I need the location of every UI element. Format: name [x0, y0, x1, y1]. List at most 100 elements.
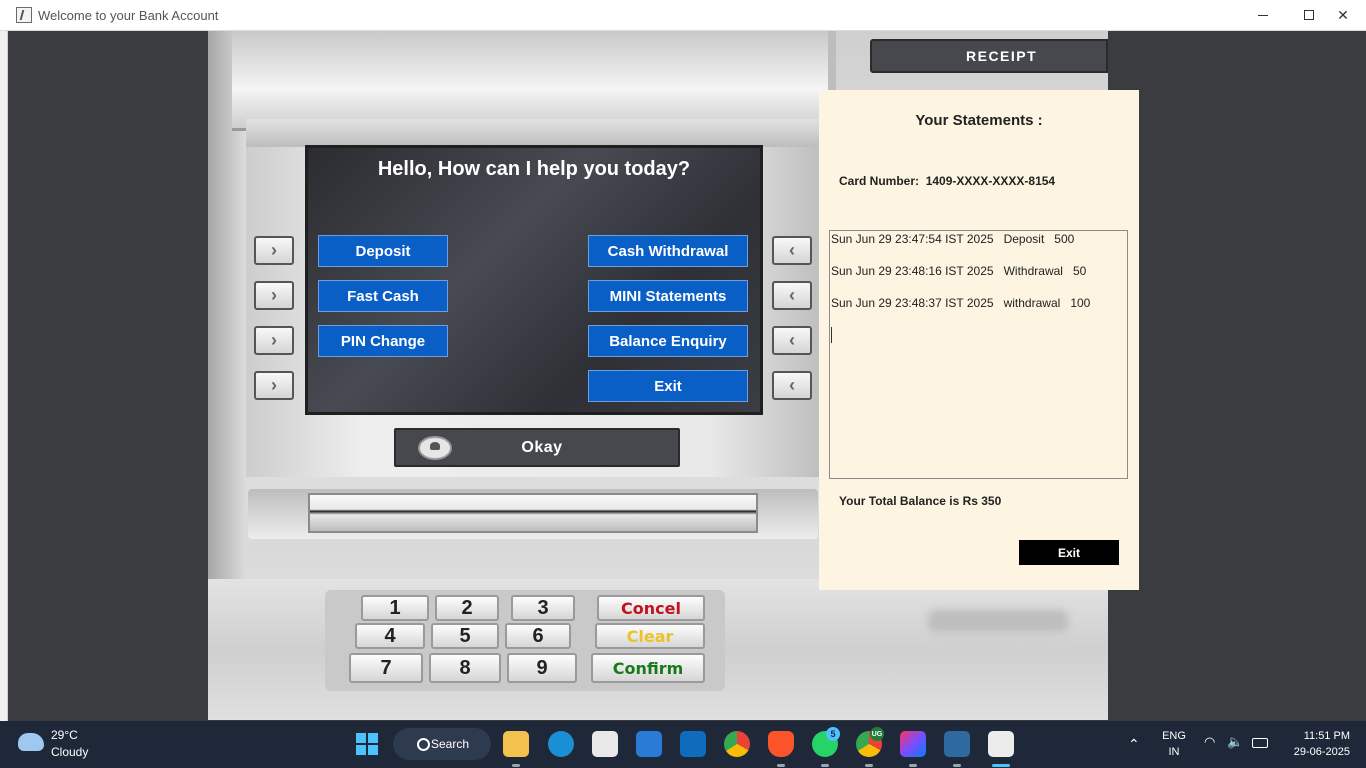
clear-key[interactable]: Clear: [595, 623, 705, 649]
transaction-amount: 50: [1072, 264, 1087, 278]
keypad: 1 2 3 4 5 6 7 8 9 Concel Clear Confirm: [325, 590, 725, 691]
file-explorer-icon[interactable]: [503, 731, 529, 757]
decorative-shadow: [928, 610, 1068, 632]
key-6[interactable]: 6: [505, 623, 571, 649]
transaction-row: Sun Jun 29 23:48:16 IST 2025 Withdrawal …: [831, 264, 1086, 278]
key-7[interactable]: 7: [349, 653, 423, 683]
right-side-key-3[interactable]: ‹: [772, 326, 812, 355]
chrome-running-indicator: [865, 764, 873, 767]
chrome-profile-badge: UG: [870, 727, 884, 741]
transaction-date: Sun Jun 29 23:48:37 IST 2025: [831, 296, 994, 310]
exit-button[interactable]: Exit: [588, 370, 748, 402]
explorer-running-indicator: [512, 764, 520, 767]
java-app-icon: [16, 7, 32, 23]
okay-label: Okay: [521, 439, 563, 456]
cash-withdrawal-button[interactable]: Cash Withdrawal: [588, 235, 748, 267]
mail-icon[interactable]: [636, 731, 662, 757]
statement-panel: Your Statements : Card Number: 1409-XXXX…: [819, 90, 1139, 590]
close-button[interactable]: ✕: [1320, 0, 1366, 30]
volume-icon[interactable]: 🔈: [1227, 734, 1243, 750]
search-label: Search: [431, 737, 470, 751]
atm-top-panel: [232, 31, 832, 131]
total-balance: Your Total Balance is Rs 350: [839, 494, 1002, 508]
card-number-line: Card Number: 1409-XXXX-XXXX-8154: [839, 174, 1055, 188]
java-active-indicator: [992, 764, 1010, 767]
clock-time[interactable]: 11:51 PM: [1284, 730, 1350, 742]
statement-exit-button[interactable]: Exit: [1019, 540, 1119, 565]
intellij-icon[interactable]: [900, 731, 926, 757]
transaction-amount: 100: [1070, 296, 1091, 310]
mini-statements-button[interactable]: MINI Statements: [588, 280, 748, 312]
cloud-icon[interactable]: [18, 733, 44, 751]
fast-cash-button[interactable]: Fast Cash: [318, 280, 448, 312]
transactions-textarea[interactable]: Sun Jun 29 23:47:54 IST 2025 Deposit 500…: [829, 230, 1128, 479]
edge-icon[interactable]: [548, 731, 574, 757]
key-9[interactable]: 9: [507, 653, 577, 683]
minimize-icon: [1258, 14, 1268, 16]
left-side-key-1[interactable]: ›: [254, 236, 294, 265]
key-1[interactable]: 1: [361, 595, 429, 621]
transaction-row: Sun Jun 29 23:47:54 IST 2025 Deposit 500: [831, 232, 1074, 246]
right-side-key-1[interactable]: ‹: [772, 236, 812, 265]
weather-temperature[interactable]: 29°C: [51, 728, 78, 742]
whatsapp-running-indicator: [821, 764, 829, 767]
store-icon[interactable]: [592, 731, 618, 757]
transaction-date: Sun Jun 29 23:47:54 IST 2025: [831, 232, 994, 246]
chevron-up-icon[interactable]: ⌃: [1128, 736, 1140, 753]
transaction-date: Sun Jun 29 23:48:16 IST 2025: [831, 264, 994, 278]
statement-title: Your Statements :: [915, 112, 1043, 129]
right-side-key-4[interactable]: ‹: [772, 371, 812, 400]
left-side-key-2[interactable]: ›: [254, 281, 294, 310]
start-icon[interactable]: [354, 731, 380, 757]
okay-bar[interactable]: Okay: [394, 428, 680, 467]
card-slot: [248, 489, 818, 539]
maximize-icon: [1304, 10, 1314, 20]
language-label[interactable]: ENG: [1160, 730, 1188, 742]
region-label[interactable]: IN: [1160, 746, 1188, 758]
window-titlebar: Welcome to your Bank Account ✕: [0, 0, 1366, 31]
window-title: Welcome to your Bank Account: [38, 8, 219, 23]
intellij-running-indicator: [909, 764, 917, 767]
workbench-running-indicator: [953, 764, 961, 767]
cancel-key[interactable]: Concel: [597, 595, 705, 621]
key-4[interactable]: 4: [355, 623, 425, 649]
key-2[interactable]: 2: [435, 595, 499, 621]
brave-running-indicator: [777, 764, 785, 767]
deposit-button[interactable]: Deposit: [318, 235, 448, 267]
transaction-type: Withdrawal: [1003, 264, 1063, 278]
whatsapp-badge: 5: [826, 727, 840, 741]
weather-description[interactable]: Cloudy: [51, 745, 88, 759]
wifi-icon[interactable]: ◠: [1204, 734, 1215, 750]
balance-enquiry-button[interactable]: Balance Enquiry: [588, 325, 748, 357]
taskbar-search[interactable]: Search: [393, 728, 491, 760]
left-side-key-3[interactable]: ›: [254, 326, 294, 355]
screen-title: Hello, How can I help you today?: [377, 158, 691, 180]
transaction-row: Sun Jun 29 23:48:37 IST 2025 withdrawal …: [831, 296, 1090, 310]
pin-change-button[interactable]: PIN Change: [318, 325, 448, 357]
key-5[interactable]: 5: [431, 623, 499, 649]
java-icon[interactable]: [988, 731, 1014, 757]
card-number-label: Card Number:: [839, 174, 920, 188]
taskbar: 29°C Cloudy Search 5 UG ⌃ ENG IN ◠ 🔈 11:…: [0, 721, 1366, 768]
card-number-value: 1409-XXXX-XXXX-8154: [925, 174, 1056, 188]
chrome-icon[interactable]: [724, 731, 750, 757]
left-side-key-4[interactable]: ›: [254, 371, 294, 400]
right-side-key-2[interactable]: ‹: [772, 281, 812, 310]
transaction-type: Deposit: [1003, 232, 1045, 246]
brave-icon[interactable]: [768, 731, 794, 757]
card-slot-opening: [308, 493, 758, 533]
atm-band: [246, 119, 826, 147]
transaction-type: withdrawal: [1003, 296, 1061, 310]
key-3[interactable]: 3: [511, 595, 575, 621]
minimize-button[interactable]: [1240, 0, 1286, 30]
battery-icon[interactable]: [1252, 738, 1268, 748]
transaction-amount: 500: [1054, 232, 1075, 246]
key-8[interactable]: 8: [429, 653, 501, 683]
clock-date[interactable]: 29-06-2025: [1284, 746, 1350, 758]
receipt-header: RECEIPT: [870, 39, 1108, 73]
confirm-key[interactable]: Confirm: [591, 653, 705, 683]
window-left-edge: [0, 31, 8, 721]
mysql-workbench-icon[interactable]: [944, 731, 970, 757]
outlook-icon[interactable]: [680, 731, 706, 757]
atm-screen: Hello, How can I help you today? Deposit…: [305, 145, 763, 415]
